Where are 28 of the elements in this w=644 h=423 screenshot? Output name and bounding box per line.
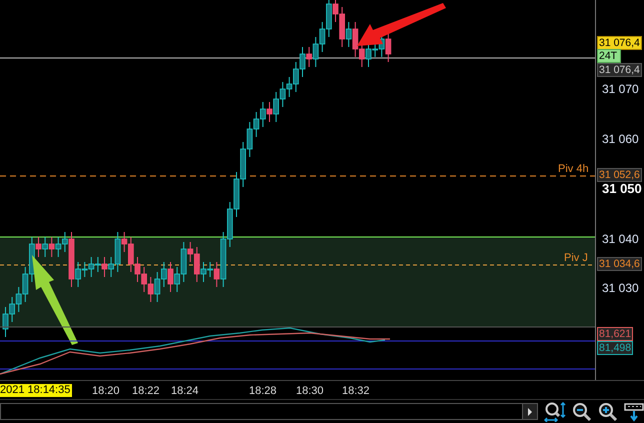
zoom-fit-icon[interactable]: [544, 402, 566, 422]
cursor-time-label: 2021 18:14:35: [0, 384, 72, 397]
price-tag: 81,621: [597, 327, 634, 341]
price-tag: 31 076,4: [597, 63, 642, 77]
price-tag: 31 052,6: [597, 168, 642, 182]
time-label: 18:30: [296, 385, 324, 398]
scrollbar[interactable]: [0, 403, 538, 420]
price-label: 31 070: [602, 82, 639, 96]
price-tag: 31 034,6: [597, 257, 642, 271]
zoom-out-icon[interactable]: [572, 402, 592, 422]
right-triangle-icon: [527, 408, 533, 416]
time-label: 18:32: [342, 385, 370, 398]
price-tag: 24T: [597, 49, 622, 63]
time-label: 18:24: [171, 385, 199, 398]
price-label: 31 060: [602, 132, 639, 146]
price-tag: 81,498: [597, 341, 634, 355]
zoom-in-icon[interactable]: [598, 402, 618, 422]
time-label: 18:28: [249, 385, 277, 398]
pivot-label: Piv 4h: [558, 163, 589, 175]
keyboard-down-icon[interactable]: [624, 402, 644, 422]
pivot-label: Piv J: [564, 252, 588, 264]
price-label: 31 040: [602, 232, 639, 246]
price-tag: 31 076,4: [597, 36, 642, 50]
time-label: 18:22: [132, 385, 160, 398]
price-label: 31 050: [602, 180, 642, 198]
scroll-right-button[interactable]: [522, 404, 537, 419]
price-label: 31 030: [602, 281, 639, 295]
time-label: 18:20: [92, 385, 120, 398]
